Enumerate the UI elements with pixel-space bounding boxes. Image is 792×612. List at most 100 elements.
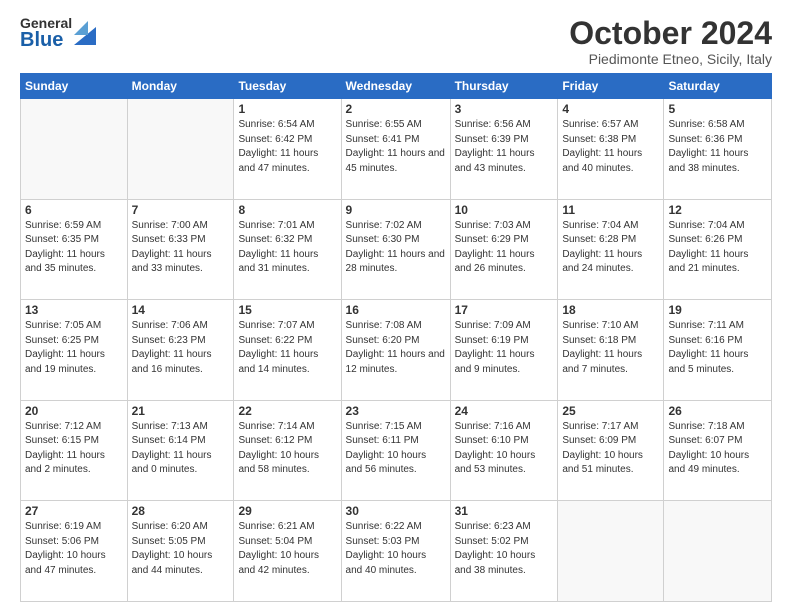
day-info: Sunrise: 6:23 AMSunset: 5:02 PMDaylight:…: [455, 520, 554, 578]
day-number: 20: [25, 404, 123, 418]
calendar-cell-w5-d3: 29 Sunrise: 6:21 AMSunset: 5:04 PMDayligh…: [234, 501, 341, 602]
day-info: Sunrise: 6:58 AMSunset: 6:36 PMDaylight:…: [668, 118, 767, 176]
logo-general-text: General: [20, 16, 72, 30]
day-info: Sunrise: 6:59 AMSunset: 6:35 PMDaylight:…: [25, 219, 123, 277]
day-info: Sunrise: 7:11 AMSunset: 6:16 PMDaylight:…: [668, 319, 767, 377]
col-monday: Monday: [127, 74, 234, 99]
calendar-cell-w4-d4: 23Sunrise: 7:15 AMSunset: 6:11 PMDayligh…: [341, 400, 450, 501]
day-info: Sunrise: 7:17 AMSunset: 6:09 PMDaylight:…: [562, 420, 659, 478]
calendar-cell-w2-d4: 9 Sunrise: 7:02 AMSunset: 6:30 PMDaylight…: [341, 199, 450, 300]
calendar-cell-w2-d6: 11 Sunrise: 7:04 AMSunset: 6:28 PMDayligh…: [558, 199, 664, 300]
logo-name: General Blue: [20, 16, 72, 50]
calendar-cell-w3-d3: 15Sunrise: 7:07 AMSunset: 6:22 PMDayligh…: [234, 300, 341, 401]
day-number: 18: [562, 303, 659, 317]
calendar-cell-w3-d6: 18 Sunrise: 7:10 AMSunset: 6:18 PMDayligh…: [558, 300, 664, 401]
day-number: 17: [455, 303, 554, 317]
day-info: Sunrise: 7:02 AMSunset: 6:30 PMDaylight:…: [346, 219, 446, 277]
calendar-week-1: 1 Sunrise: 6:54 AMSunset: 6:42 PMDaylight…: [21, 99, 772, 200]
calendar-cell-w2-d3: 8Sunrise: 7:01 AMSunset: 6:32 PMDaylight…: [234, 199, 341, 300]
day-number: 2: [346, 102, 446, 116]
calendar-cell-w5-d5: 31 Sunrise: 6:23 AMSunset: 5:02 PMDayligh…: [450, 501, 558, 602]
day-number: 21: [132, 404, 230, 418]
day-number: 1: [238, 102, 336, 116]
day-info: Sunrise: 7:06 AMSunset: 6:23 PMDaylight:…: [132, 319, 230, 377]
calendar-cell-w5-d6: [558, 501, 664, 602]
day-info: Sunrise: 7:18 AMSunset: 6:07 PMDaylight:…: [668, 420, 767, 478]
day-info: Sunrise: 7:00 AMSunset: 6:33 PMDaylight:…: [132, 219, 230, 277]
day-info: Sunrise: 7:13 AMSunset: 6:14 PMDaylight:…: [132, 420, 230, 478]
logo-blue-text: Blue: [20, 30, 72, 50]
day-number: 25: [562, 404, 659, 418]
col-friday: Friday: [558, 74, 664, 99]
day-info: Sunrise: 6:54 AMSunset: 6:42 PMDaylight:…: [238, 118, 336, 176]
calendar-week-3: 13Sunrise: 7:05 AMSunset: 6:25 PMDayligh…: [21, 300, 772, 401]
col-sunday: Sunday: [21, 74, 128, 99]
day-number: 31: [455, 504, 554, 518]
calendar-cell-w4-d6: 25 Sunrise: 7:17 AMSunset: 6:09 PMDayligh…: [558, 400, 664, 501]
day-number: 30: [346, 504, 446, 518]
calendar-cell-w4-d1: 20 Sunrise: 7:12 AMSunset: 6:15 PMDayligh…: [21, 400, 128, 501]
calendar-cell-w2-d1: 6 Sunrise: 6:59 AMSunset: 6:35 PMDaylight…: [21, 199, 128, 300]
day-number: 3: [455, 102, 554, 116]
day-number: 5: [668, 102, 767, 116]
day-number: 13: [25, 303, 123, 317]
day-info: Sunrise: 6:19 AMSunset: 5:06 PMDaylight:…: [25, 520, 123, 578]
calendar-cell-w3-d1: 13Sunrise: 7:05 AMSunset: 6:25 PMDayligh…: [21, 300, 128, 401]
calendar-cell-w2-d7: 12 Sunrise: 7:04 AMSunset: 6:26 PMDayligh…: [664, 199, 772, 300]
day-info: Sunrise: 7:10 AMSunset: 6:18 PMDaylight:…: [562, 319, 659, 377]
page: General Blue October 2024 Piedimonte Etn…: [0, 0, 792, 612]
day-info: Sunrise: 7:12 AMSunset: 6:15 PMDaylight:…: [25, 420, 123, 478]
day-number: 11: [562, 203, 659, 217]
day-info: Sunrise: 6:21 AMSunset: 5:04 PMDaylight:…: [238, 520, 336, 578]
calendar-cell-w1-d3: 1 Sunrise: 6:54 AMSunset: 6:42 PMDaylight…: [234, 99, 341, 200]
calendar-cell-w1-d2: [127, 99, 234, 200]
day-info: Sunrise: 7:01 AMSunset: 6:32 PMDaylight:…: [238, 219, 336, 277]
day-number: 4: [562, 102, 659, 116]
day-number: 9: [346, 203, 446, 217]
day-number: 12: [668, 203, 767, 217]
calendar-cell-w4-d2: 21 Sunrise: 7:13 AMSunset: 6:14 PMDayligh…: [127, 400, 234, 501]
day-info: Sunrise: 7:03 AMSunset: 6:29 PMDaylight:…: [455, 219, 554, 277]
calendar-cell-w2-d5: 10Sunrise: 7:03 AMSunset: 6:29 PMDayligh…: [450, 199, 558, 300]
col-tuesday: Tuesday: [234, 74, 341, 99]
logo-icon: [74, 17, 96, 45]
day-number: 14: [132, 303, 230, 317]
day-number: 28: [132, 504, 230, 518]
calendar-cell-w5-d4: 30Sunrise: 6:22 AMSunset: 5:03 PMDayligh…: [341, 501, 450, 602]
day-number: 15: [238, 303, 336, 317]
calendar-cell-w3-d2: 14 Sunrise: 7:06 AMSunset: 6:23 PMDayligh…: [127, 300, 234, 401]
day-number: 24: [455, 404, 554, 418]
logo: General Blue: [20, 16, 96, 50]
calendar-header-row: Sunday Monday Tuesday Wednesday Thursday…: [21, 74, 772, 99]
calendar-week-2: 6 Sunrise: 6:59 AMSunset: 6:35 PMDaylight…: [21, 199, 772, 300]
calendar-cell-w1-d5: 3Sunrise: 6:56 AMSunset: 6:39 PMDaylight…: [450, 99, 558, 200]
day-info: Sunrise: 6:57 AMSunset: 6:38 PMDaylight:…: [562, 118, 659, 176]
day-info: Sunrise: 7:04 AMSunset: 6:26 PMDaylight:…: [668, 219, 767, 277]
calendar-cell-w5-d1: 27 Sunrise: 6:19 AMSunset: 5:06 PMDayligh…: [21, 501, 128, 602]
day-info: Sunrise: 7:04 AMSunset: 6:28 PMDaylight:…: [562, 219, 659, 277]
calendar-cell-w3-d7: 19Sunrise: 7:11 AMSunset: 6:16 PMDayligh…: [664, 300, 772, 401]
calendar-cell-w3-d5: 17 Sunrise: 7:09 AMSunset: 6:19 PMDayligh…: [450, 300, 558, 401]
calendar-cell-w3-d4: 16 Sunrise: 7:08 AMSunset: 6:20 PMDayligh…: [341, 300, 450, 401]
day-number: 6: [25, 203, 123, 217]
location: Piedimonte Etneo, Sicily, Italy: [569, 51, 772, 67]
day-number: 29: [238, 504, 336, 518]
calendar-cell-w5-d2: 28 Sunrise: 6:20 AMSunset: 5:05 PMDayligh…: [127, 501, 234, 602]
day-info: Sunrise: 7:09 AMSunset: 6:19 PMDaylight:…: [455, 319, 554, 377]
calendar-week-4: 20 Sunrise: 7:12 AMSunset: 6:15 PMDayligh…: [21, 400, 772, 501]
day-info: Sunrise: 6:20 AMSunset: 5:05 PMDaylight:…: [132, 520, 230, 578]
day-number: 27: [25, 504, 123, 518]
calendar-cell-w4-d7: 26Sunrise: 7:18 AMSunset: 6:07 PMDayligh…: [664, 400, 772, 501]
title-area: October 2024 Piedimonte Etneo, Sicily, I…: [569, 16, 772, 67]
calendar-cell-w4-d5: 24Sunrise: 7:16 AMSunset: 6:10 PMDayligh…: [450, 400, 558, 501]
day-number: 16: [346, 303, 446, 317]
calendar-cell-w4-d3: 22Sunrise: 7:14 AMSunset: 6:12 PMDayligh…: [234, 400, 341, 501]
calendar-cell-w2-d2: 7 Sunrise: 7:00 AMSunset: 6:33 PMDaylight…: [127, 199, 234, 300]
calendar-cell-w5-d7: [664, 501, 772, 602]
day-number: 23: [346, 404, 446, 418]
col-wednesday: Wednesday: [341, 74, 450, 99]
day-number: 7: [132, 203, 230, 217]
calendar-cell-w1-d6: 4 Sunrise: 6:57 AMSunset: 6:38 PMDaylight…: [558, 99, 664, 200]
calendar-week-5: 27 Sunrise: 6:19 AMSunset: 5:06 PMDayligh…: [21, 501, 772, 602]
day-info: Sunrise: 7:08 AMSunset: 6:20 PMDaylight:…: [346, 319, 446, 377]
